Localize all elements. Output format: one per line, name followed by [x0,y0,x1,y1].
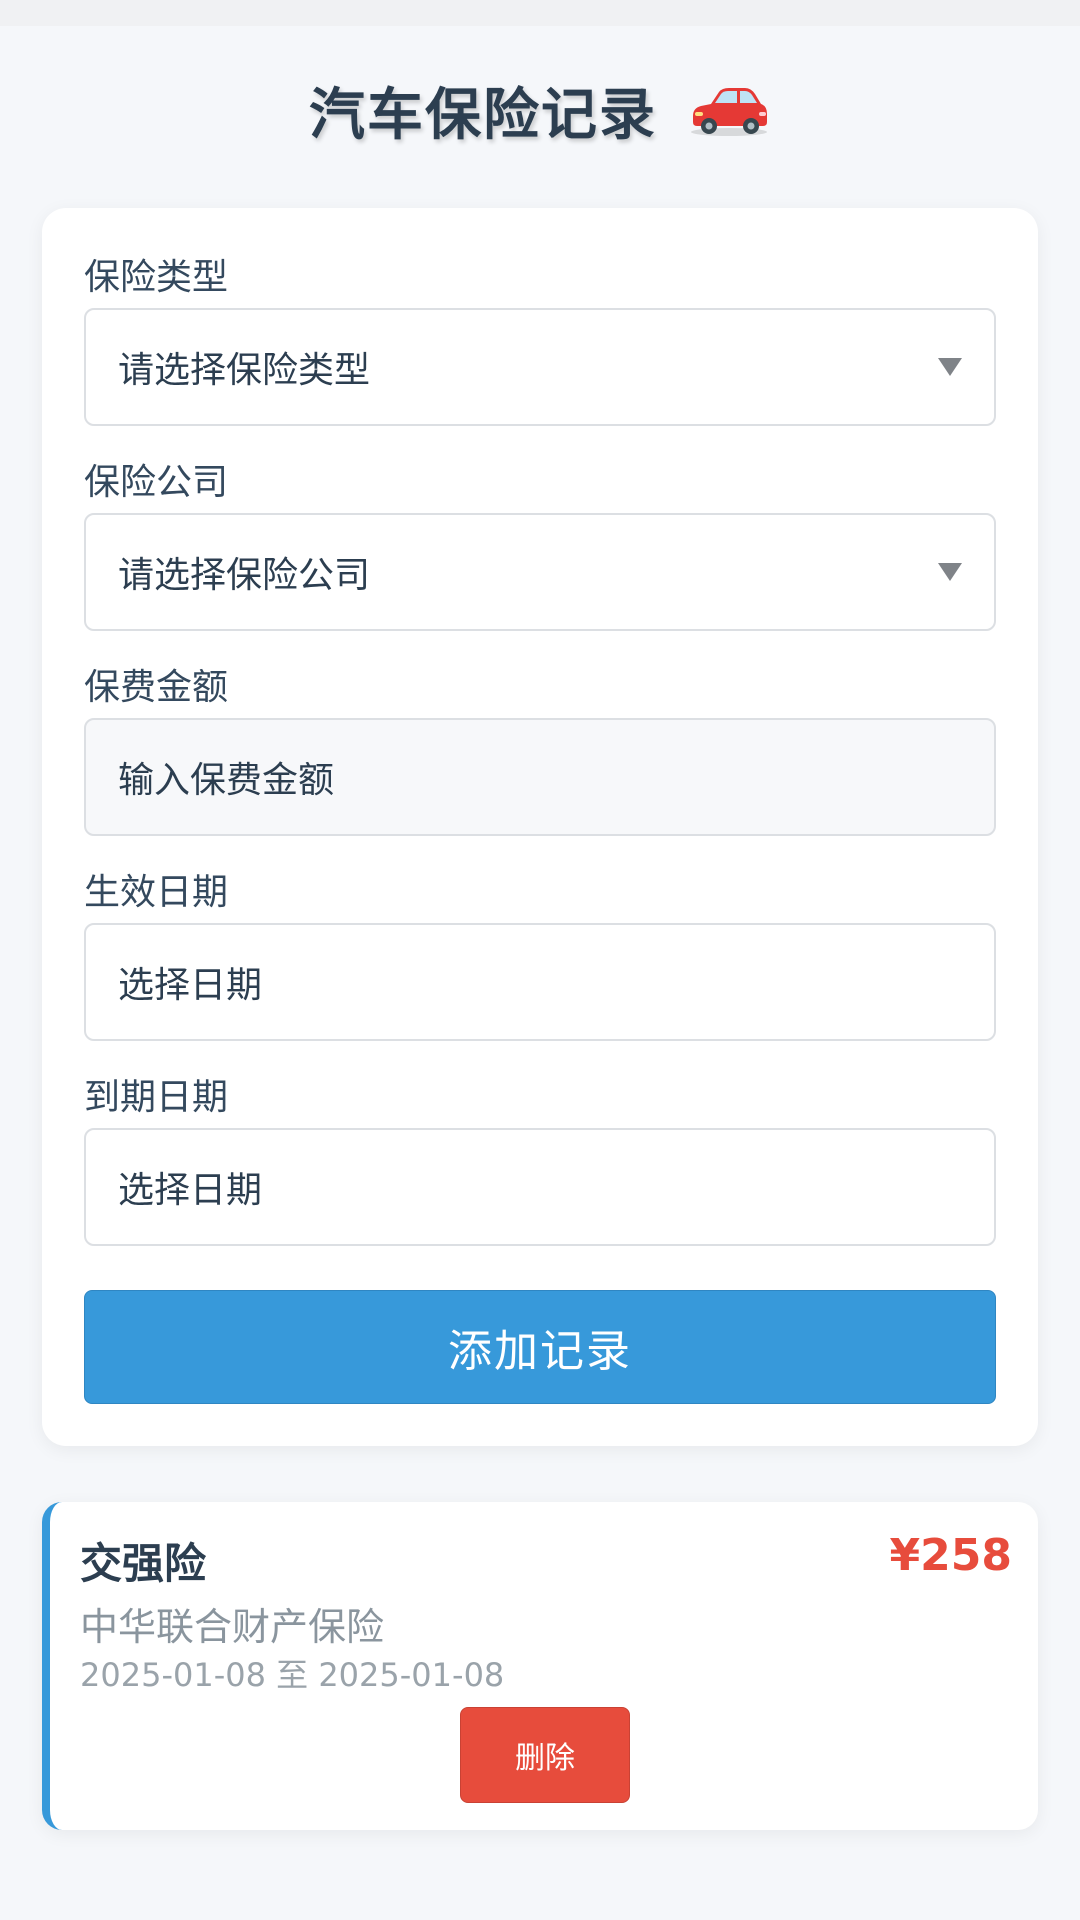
end-date-label: 到期日期 [84,1077,229,1118]
record-dates: 2025-01-08 至 2025-01-08 [80,1656,505,1694]
status-bar [0,0,1080,26]
car-icon [687,82,771,138]
record-company: 中华联合财产保险 [80,1605,385,1649]
end-date-input[interactable]: 选择日期 [84,1128,996,1246]
insurance-type-value: 请选择保险类型 [118,350,371,391]
start-date-value: 选择日期 [118,965,263,1006]
insurance-form: 保险类型 请选择保险类型 保险公司 请选择保险公司 保费金额 输入保费金额 生效… [42,208,1038,1446]
end-date-value: 选择日期 [118,1170,263,1211]
premium-amount-input[interactable]: 输入保费金额 [84,718,996,836]
record-type: 交强险 [80,1539,207,1588]
page-title: 汽车保险记录 [309,82,657,148]
insurance-type-label: 保险类型 [84,257,229,298]
insurance-type-select[interactable]: 请选择保险类型 [84,308,996,426]
premium-amount-label: 保费金额 [84,667,229,708]
start-date-label: 生效日期 [84,872,229,913]
delete-record-button[interactable]: 删除 [460,1707,630,1803]
insurance-company-value: 请选择保险公司 [118,555,371,596]
premium-amount-placeholder: 输入保费金额 [118,760,335,801]
insurance-company-label: 保险公司 [84,462,229,503]
record-amount: ¥258 [889,1530,1012,1581]
page-header: 汽车保险记录 [0,70,1080,150]
record-card: 交强险 ¥258 中华联合财产保险 2025-01-08 至 2025-01-0… [42,1502,1038,1830]
start-date-input[interactable]: 选择日期 [84,923,996,1041]
add-record-button[interactable]: 添加记录 [84,1290,996,1404]
chevron-down-icon [938,358,962,376]
insurance-company-select[interactable]: 请选择保险公司 [84,513,996,631]
chevron-down-icon [938,563,962,581]
